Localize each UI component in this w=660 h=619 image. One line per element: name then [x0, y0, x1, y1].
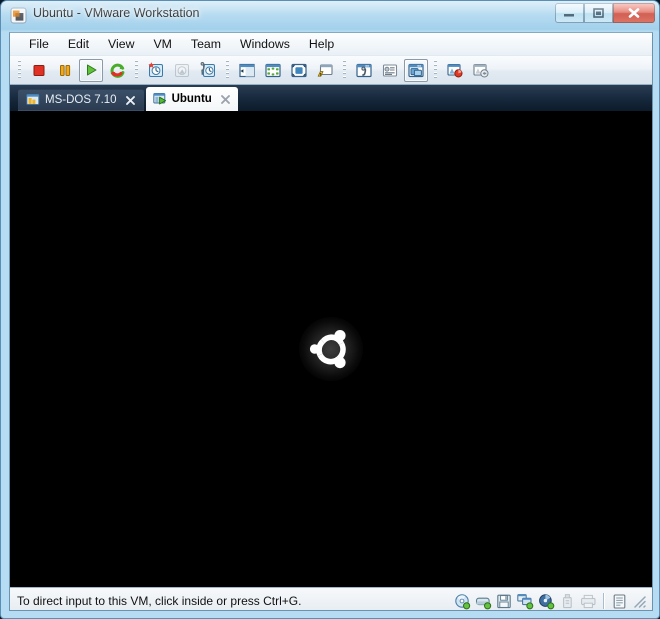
clone-vm-button[interactable]: [443, 59, 467, 82]
vmware-workstation-window: Ubuntu - VMware Workstation File Edit Vi…: [0, 0, 660, 619]
settings-wrench-icon: [355, 62, 373, 79]
menu-item-edit[interactable]: Edit: [59, 35, 98, 54]
stop-icon: [31, 62, 47, 78]
show-sidebar-button[interactable]: [235, 59, 259, 82]
power-off-button[interactable]: [27, 59, 51, 82]
client-area: File Edit View VM Team Windows Help MS-D…: [9, 32, 653, 611]
toolbar-separator: [343, 60, 346, 80]
sidebar-icon: [238, 62, 256, 79]
menu-item-file[interactable]: File: [20, 35, 58, 54]
status-bar: To direct input to this VM, click inside…: [10, 587, 652, 610]
status-message: To direct input to this VM, click inside…: [17, 594, 302, 608]
minimize-button[interactable]: [555, 3, 584, 23]
usb-status-icon[interactable]: [557, 591, 578, 610]
sound-status-icon[interactable]: [536, 591, 557, 610]
printer-status-icon[interactable]: [578, 591, 599, 610]
menu-item-view[interactable]: View: [99, 35, 143, 54]
menu-item-windows[interactable]: Windows: [231, 35, 299, 54]
tab-label: Ubuntu: [171, 93, 212, 105]
console-view-icon: [407, 62, 425, 79]
vmware-logo-icon: [10, 7, 27, 24]
toolbar: [10, 56, 652, 85]
vm-tab-bar: MS-DOS 7.10 Ubuntu: [10, 85, 652, 111]
vm-console-screen[interactable]: [10, 111, 652, 587]
close-icon: [614, 4, 654, 22]
power-on-button[interactable]: [79, 58, 103, 82]
menu-item-team[interactable]: Team: [182, 35, 230, 54]
pause-icon: [57, 62, 73, 78]
vm-running-icon: [152, 92, 167, 106]
reset-icon: [109, 62, 126, 79]
tab-label: MS-DOS 7.10: [45, 94, 117, 106]
menu-item-help[interactable]: Help: [300, 35, 343, 54]
toolbar-separator: [226, 60, 229, 80]
clone-vm-icon: [446, 62, 464, 79]
floppy-status-icon[interactable]: [494, 591, 515, 610]
maximize-button[interactable]: [584, 3, 613, 23]
toolbar-separator: [434, 60, 437, 80]
summary-view-icon: [381, 62, 399, 79]
menu-bar: File Edit View VM Team Windows Help: [10, 33, 652, 56]
network-status-icon[interactable]: [515, 591, 536, 610]
tab-close-icon[interactable]: [124, 94, 137, 107]
minimize-icon: [556, 4, 583, 22]
maximize-icon: [585, 4, 612, 22]
unity-button[interactable]: [313, 59, 337, 82]
harddisk-status-icon[interactable]: [473, 591, 494, 610]
unity-icon: [316, 62, 334, 79]
summary-view-button[interactable]: [378, 59, 402, 82]
vm-settings-button[interactable]: [352, 59, 376, 82]
window-title: Ubuntu - VMware Workstation: [33, 6, 200, 20]
quick-switch-button[interactable]: [261, 59, 285, 82]
revert-snapshot-button: [170, 59, 194, 82]
tab-ms-dos-7-10[interactable]: MS-DOS 7.10: [18, 89, 144, 111]
tab-ubuntu[interactable]: Ubuntu: [145, 87, 238, 111]
fullscreen-icon: [290, 62, 308, 79]
upload-vm-icon: [472, 62, 490, 79]
revert-snapshot-icon: [173, 61, 191, 79]
quick-switch-icon: [264, 62, 282, 79]
vm-icon: [26, 93, 40, 107]
tab-close-icon[interactable]: [219, 93, 232, 106]
console-view-button[interactable]: [404, 58, 428, 82]
take-snapshot-button[interactable]: [144, 59, 168, 82]
take-snapshot-icon: [147, 61, 165, 79]
cdrom-status-icon[interactable]: [452, 591, 473, 610]
menu-item-vm[interactable]: VM: [144, 35, 180, 54]
toolbar-separator: [135, 60, 138, 80]
upload-vm-button[interactable]: [469, 59, 493, 82]
toolbar-grip[interactable]: [18, 60, 21, 80]
play-icon: [83, 62, 99, 78]
resize-grip[interactable]: [632, 594, 647, 609]
title-bar[interactable]: Ubuntu - VMware Workstation: [1, 1, 659, 31]
status-separator: [603, 593, 605, 609]
message-log-icon[interactable]: [609, 591, 630, 610]
status-device-icons: [452, 591, 649, 610]
full-screen-button[interactable]: [287, 59, 311, 82]
snapshot-manager-button[interactable]: [196, 59, 220, 82]
reset-button[interactable]: [105, 59, 129, 82]
close-button[interactable]: [613, 3, 655, 23]
ubuntu-circle-of-friends-logo: [299, 317, 363, 381]
suspend-button[interactable]: [53, 59, 77, 82]
snapshot-manager-icon: [199, 61, 217, 79]
